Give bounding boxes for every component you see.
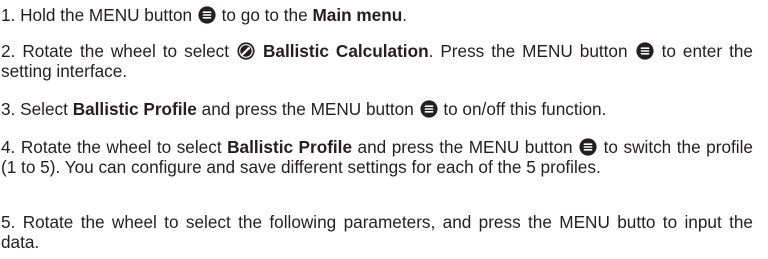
step-text: Rotate the wheel to select the following… (1, 212, 753, 252)
step-text: . (402, 5, 407, 25)
menu-button-icon (579, 138, 597, 156)
step-text: and press the MENU button (201, 99, 414, 119)
step-number: 2. (1, 41, 16, 61)
step-number: 3. (1, 99, 16, 119)
menu-button-icon (635, 42, 654, 60)
step-text: and press the MENU button (357, 137, 573, 157)
menu-button-icon (419, 100, 438, 118)
step-number: 4. (1, 137, 16, 157)
menu-item-name: Ballistic Profile (227, 137, 353, 157)
step-2: 2. Rotate the wheel to select Ballistic … (1, 41, 753, 81)
menu-item-name: Ballistic Profile (72, 99, 197, 119)
ballistic-calculation-icon (237, 42, 255, 60)
step-text: to go to the (221, 5, 308, 25)
step-4: 4. Rotate the wheel to select Ballistic … (1, 137, 753, 177)
step-text: Rotate the wheel to select (22, 41, 230, 61)
step-text: . Press the MENU button (428, 41, 628, 61)
step-3: 3. Select Ballistic Profile and press th… (1, 99, 753, 119)
instruction-list: 1. Hold the MENU button to go to the Mai… (0, 0, 768, 259)
step-text: Hold the MENU button (20, 5, 193, 25)
menu-name: Main menu (312, 5, 403, 25)
step-text: to on/off this function. (443, 99, 607, 119)
step-number: 1. (1, 5, 16, 25)
step-5: 5. Rotate the wheel to select the follow… (1, 212, 753, 252)
step-text: Rotate the wheel to select (20, 137, 222, 157)
step-1: 1. Hold the MENU button to go to the Mai… (1, 5, 753, 25)
menu-item-name: Ballistic Calculation (263, 41, 429, 61)
menu-button-icon (198, 6, 216, 24)
step-text: Select (20, 99, 68, 119)
step-number: 5. (1, 212, 16, 232)
